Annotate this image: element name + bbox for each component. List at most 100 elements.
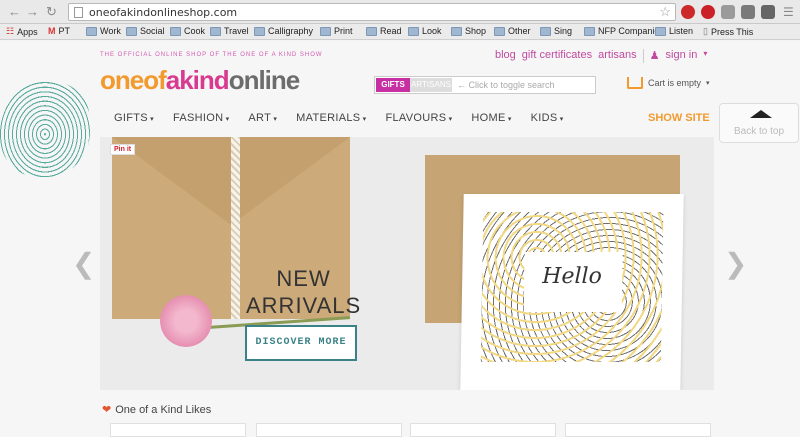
back-arrow-icon[interactable]: ← [8,5,21,19]
likes-heading: ❤ One of a Kind Likes [102,403,211,417]
chevron-down-icon[interactable]: ▾ [703,49,707,63]
bookmark-label: Travel [224,26,249,36]
bookmark-label: Sing [554,26,573,36]
search-toggle-gifts[interactable]: GIFTS [376,78,410,92]
site-tagline: THE OFFICIAL ONLINE SHOP OF THE ONE OF A… [100,52,323,58]
bookmark-item[interactable]: M PT [48,26,70,36]
extension-icon[interactable] [741,5,755,19]
bookmark-label: Press This [710,26,754,37]
bookmark-label: Apps [17,26,38,37]
pinterest-icon[interactable] [701,5,715,19]
menu-label: FASHION [172,112,224,124]
bookmark-item[interactable]: Sing [540,26,572,36]
folder-icon [86,26,97,36]
pin-it-button[interactable]: Pin it [110,144,136,155]
product-tile[interactable] [110,423,246,437]
headline-line: ARRIVALS [246,293,362,318]
cart-label: Cart is empty [648,78,702,88]
bookmark-item[interactable]: Shop [451,26,486,36]
menu-label: FLAVOURS [385,112,447,124]
folder-icon [170,26,181,36]
menu-item-flavours[interactable]: FLAVOURS ▾ [385,112,452,124]
bookmark-label: Other [508,26,531,36]
url-text[interactable]: oneofakindonlineshop.com [89,6,237,19]
bookmark-item[interactable]: NFP Companies [584,26,664,36]
chevron-down-icon: ▾ [147,116,154,123]
cart[interactable]: Cart is empty ▾ [627,77,710,89]
bookmark-item[interactable]: Cook [170,26,205,36]
menu-item-home[interactable]: HOME ▾ [471,112,511,124]
menu-item-gifts[interactable]: GIFTS ▾ [114,112,154,124]
folder-icon [210,26,221,36]
bookmark-item[interactable]: Travel [210,26,249,36]
website: THE OFFICIAL ONLINE SHOP OF THE ONE OF A… [0,41,800,437]
address-bar[interactable]: oneofakindonlineshop.com ☆ [68,3,676,21]
bookmark-label: Read [380,26,402,36]
sign-in-link[interactable]: sign in [666,49,698,63]
blog-link[interactable]: blog [495,49,516,63]
menu-label: KIDS [530,112,558,124]
chevron-down-icon: ▾ [706,80,710,87]
back-to-top-button[interactable]: Back to top [719,103,799,143]
search-toggle-artisans[interactable]: ARTISANS [410,78,452,92]
bookmark-item[interactable]: Work [86,26,121,36]
bookmark-label: Print [334,26,353,36]
hero-banner[interactable]: Pin it NEW ARRIVALS DISCOVER MORE Hello [100,137,714,390]
menu-icon[interactable]: ☰ [783,5,794,19]
reload-icon[interactable]: ↻ [46,5,57,19]
bookmark-star-icon[interactable]: ☆ [659,4,671,20]
bookmark-item[interactable]: Read [366,26,402,36]
bookmark-item[interactable]: Listen [655,26,693,36]
forward-arrow-icon[interactable]: → [26,5,39,19]
bookmark-item[interactable]: Look [408,26,442,36]
bookmark-item[interactable]: Social [126,26,165,36]
menu-item-art[interactable]: ART ▾ [248,112,277,124]
menu-label: HOME [471,112,506,124]
hero-headline: NEW ARRIVALS [246,265,361,319]
adblock-icon[interactable] [681,5,695,19]
site-logo[interactable]: oneofakindonline [100,65,300,96]
extension-icon[interactable] [761,5,775,19]
heart-icon: ❤ [102,404,112,416]
logo-part: akind [165,65,230,95]
carousel-prev-icon[interactable]: ❮ [72,247,95,280]
artisans-link[interactable]: artisans [598,49,637,63]
bookmark-item[interactable]: Other [494,26,531,36]
browser-toolbar: ← → ↻ oneofakindonlineshop.com ☆ ☰ [0,0,800,24]
bookmark-item[interactable]: ☷ Apps [6,26,38,37]
bookmark-label: Social [140,26,165,36]
search-input[interactable]: ← Click to toggle search [457,80,555,90]
bookmark-item[interactable]: Print [320,26,353,36]
carousel-next-icon[interactable]: ❯ [724,247,747,280]
menu-item-kids[interactable]: KIDS ▾ [531,112,564,124]
folder-icon [254,26,265,36]
page-icon [74,7,83,18]
gmail-icon: M [48,26,56,36]
menu-label: ART [248,112,272,124]
bookmark-label: PT [58,26,71,36]
gift-certificates-link[interactable]: gift certificates [522,49,592,63]
bookmark-label: NFP Companies [598,26,664,36]
product-tile[interactable] [565,423,711,437]
arrow-up-icon [750,110,772,118]
chevron-down-icon: ▾ [446,116,453,123]
user-icon: ♟ [649,50,660,62]
cart-icon [627,77,643,89]
menu-item-materials[interactable]: MATERIALS ▾ [296,112,366,124]
bookmark-label: Work [100,26,121,36]
search-box: GIFTS ARTISANS ← Click to toggle search [374,76,596,94]
flower-image [160,295,212,347]
menu-item-fashion[interactable]: FASHION ▾ [173,112,229,124]
bookmark-item[interactable]: Calligraphy [254,26,313,36]
folder-icon [655,26,666,36]
show-site-link[interactable]: SHOW SITE [648,112,710,124]
twine [231,137,240,319]
product-tile[interactable] [410,423,556,437]
menu-label: MATERIALS [296,112,361,124]
discover-more-button[interactable]: DISCOVER MORE [245,325,357,361]
bookmark-item[interactable]: ▯ Press This [703,26,753,37]
product-tile[interactable] [256,423,402,437]
bookmark-label: Look [422,26,442,36]
bookmark-label: Calligraphy [268,26,314,36]
pocket-icon[interactable] [721,5,735,19]
